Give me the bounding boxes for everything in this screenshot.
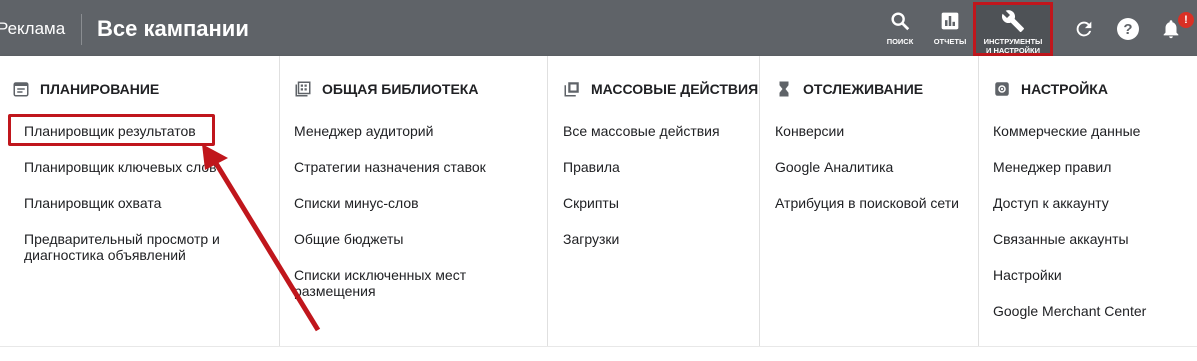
tracking-heading: ОТСЛЕЖИВАНИЕ	[775, 80, 923, 98]
planning-column: ПЛАНИРОВАНИЕ Планировщик результатов Пла…	[0, 56, 279, 346]
reports-icon	[941, 12, 959, 30]
tracking-heading-text: ОТСЛЕЖИВАНИЕ	[803, 81, 924, 97]
scripts-link[interactable]: Скрипты	[563, 195, 619, 211]
top-bar: Реклама Все кампании ПОИСК ОТЧЕТЫ ИНСТРУ…	[0, 0, 1197, 58]
shared-library-column: ОБЩАЯ БИБЛИОТЕКА Менеджер аудиторий Стра…	[279, 56, 548, 346]
svg-text:?: ?	[1123, 21, 1132, 38]
tools-label-line2: И НАСТРОЙКИ	[985, 46, 1041, 55]
help-button[interactable]: ?	[1115, 0, 1141, 58]
bulk-actions-column: МАССОВЫЕ ДЕЙСТВИЯ Все массовые действия …	[547, 56, 760, 346]
bid-strategies-link[interactable]: Стратегии назначения ставок	[294, 159, 486, 175]
tools-label-line1: ИНСТРУМЕНТЫ	[983, 37, 1043, 46]
notification-badge: !	[1178, 12, 1194, 28]
ad-preview-link-line2[interactable]: диагностика объявлений	[24, 247, 186, 263]
hourglass-icon	[779, 81, 789, 97]
tools-menu-panel: ПЛАНИРОВАНИЕ Планировщик результатов Пла…	[0, 56, 1197, 361]
library-heading-text: ОБЩАЯ БИБЛИОТЕКА	[322, 81, 479, 97]
planning-heading-text: ПЛАНИРОВАНИЕ	[40, 81, 160, 97]
bulk-heading-text: МАССОВЫЕ ДЕЙСТВИЯ	[591, 81, 759, 97]
rules-manager-link[interactable]: Менеджер правил	[993, 159, 1111, 175]
notifications-button[interactable]	[1159, 0, 1183, 58]
ad-preview-link-line1[interactable]: Предварительный просмотр и	[24, 231, 220, 247]
all-bulk-actions-link[interactable]: Все массовые действия	[563, 123, 720, 139]
page-title: Все кампании	[97, 16, 249, 41]
linked-accounts-link[interactable]: Связанные аккаунты	[993, 231, 1129, 247]
shared-budgets-link[interactable]: Общие бюджеты	[294, 231, 403, 247]
rules-link[interactable]: Правила	[563, 159, 620, 175]
setup-heading: НАСТРОЙКА	[993, 80, 1108, 98]
audience-manager-link[interactable]: Менеджер аудиторий	[294, 123, 433, 139]
tools-wrapper: ИНСТРУМЕНТЫ И НАСТРОЙКИ	[976, 5, 1050, 63]
reports-button[interactable]: ОТЧЕТЫ	[930, 0, 970, 58]
panel-bottom-divider	[0, 346, 1197, 347]
search-label: ПОИСК	[886, 37, 914, 46]
conversions-link[interactable]: Конверсии	[775, 123, 844, 139]
placement-exclusions-link-line2[interactable]: размещения	[294, 283, 376, 299]
library-icon	[295, 81, 311, 97]
merchant-center-link[interactable]: Google Merchant Center	[993, 303, 1146, 319]
setup-heading-text: НАСТРОЙКА	[1021, 81, 1108, 97]
business-data-link[interactable]: Коммерческие данные	[993, 123, 1140, 139]
bulk-heading: МАССОВЫЕ ДЕЙСТВИЯ	[563, 80, 758, 98]
google-analytics-link[interactable]: Google Аналитика	[775, 159, 893, 175]
settings-icon	[995, 82, 1009, 96]
keyword-planner-link[interactable]: Планировщик ключевых слов	[24, 159, 217, 175]
tools-and-settings-button[interactable]: ИНСТРУМЕНТЫ И НАСТРОЙКИ	[973, 2, 1053, 56]
reports-label: ОТЧЕТЫ	[933, 37, 967, 46]
setup-column: НАСТРОЙКА Коммерческие данные Менеджер п…	[978, 56, 1197, 346]
settings-link[interactable]: Настройки	[993, 267, 1062, 283]
library-heading: ОБЩАЯ БИБЛИОТЕКА	[294, 80, 478, 98]
help-icon: ?	[1117, 18, 1139, 40]
header-divider	[81, 14, 82, 45]
tracking-column: ОТСЛЕЖИВАНИЕ Конверсии Google Аналитика …	[759, 56, 979, 346]
search-icon	[891, 12, 910, 31]
placement-exclusions-link-line1[interactable]: Списки исключенных мест	[294, 267, 466, 283]
calendar-icon	[13, 82, 29, 97]
search-button[interactable]: ПОИСК	[883, 0, 917, 58]
product-name[interactable]: Реклама	[0, 19, 65, 39]
search-attribution-link[interactable]: Атрибуция в поисковой сети	[775, 195, 959, 211]
account-access-link[interactable]: Доступ к аккаунту	[993, 195, 1109, 211]
planning-heading: ПЛАНИРОВАНИЕ	[12, 80, 159, 98]
wrench-icon	[1001, 10, 1024, 32]
refresh-button[interactable]	[1072, 0, 1096, 58]
negative-keyword-lists-link[interactable]: Списки минус-слов	[294, 195, 419, 211]
reach-planner-link[interactable]: Планировщик охвата	[24, 195, 161, 211]
highlight-box	[8, 114, 215, 146]
copy-icon	[564, 82, 579, 97]
refresh-icon	[1076, 21, 1092, 37]
uploads-link[interactable]: Загрузки	[563, 231, 619, 247]
